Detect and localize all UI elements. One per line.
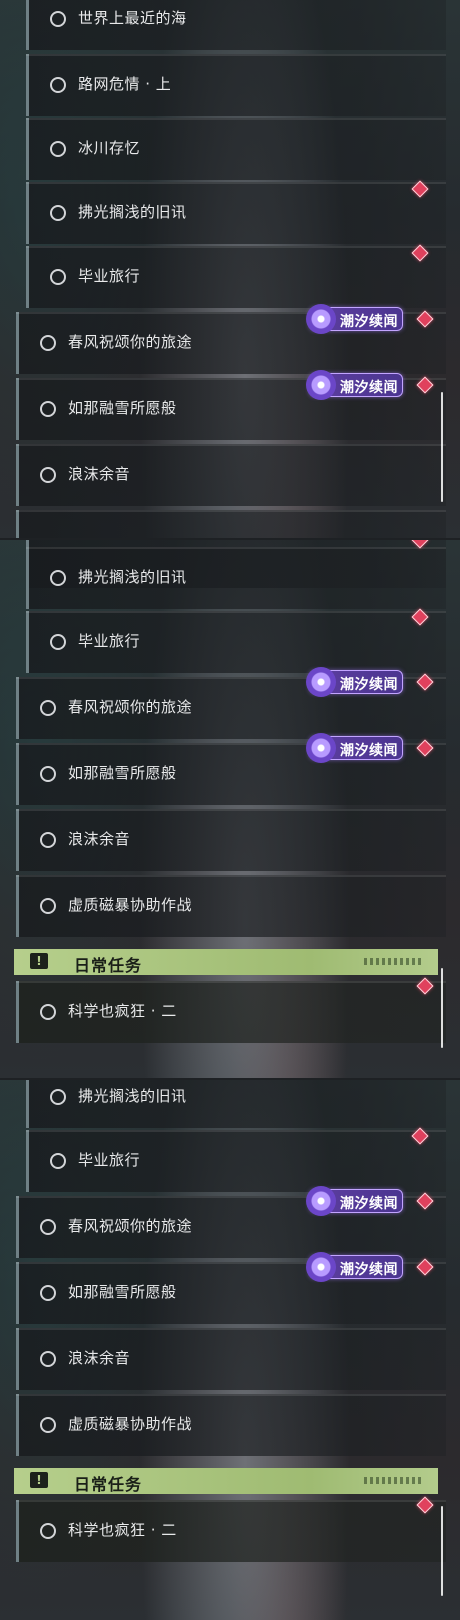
quest-title: 浪沫余音 [68,465,131,483]
quest-circle-icon [40,766,56,782]
quest-item[interactable]: 拂光搁浅的旧讯 [26,1080,446,1128]
quest-title: 春风祝颂你的旅途 [68,333,193,351]
daily-tasks-title: 日常任务 [74,956,143,975]
quest-item[interactable]: 虚质磁暴协助作战 [16,875,446,937]
quest-title: 毕业旅行 [78,1151,141,1169]
quest-circle-icon [50,570,66,586]
quest-item[interactable]: 浪沫余音 [16,809,446,871]
quest-circle-icon [40,1219,56,1235]
quest-circle-icon [50,11,66,27]
quest-item[interactable]: 浪沫余音 [16,1328,446,1390]
quest-circle-icon [40,1417,56,1433]
screenshot-segment-1: 世界上最近的海 路网危情 · 上 冰川存忆 拂光搁浅的旧讯 毕业旅行 春风祝颂你… [0,0,460,538]
exclamation-icon: ! [30,1472,48,1488]
quest-circle-icon [40,1004,56,1020]
quest-title: 春风祝颂你的旅途 [68,698,193,716]
tide-story-badge: 潮汐续闻 [306,733,403,763]
quest-title: 拂光搁浅的旧讯 [78,1087,187,1105]
tide-story-icon [306,304,336,334]
daily-tasks-header[interactable]: ! 日常任务 [14,1468,438,1494]
badge-label: 潮汐续闻 [340,314,398,330]
quest-title: 拂光搁浅的旧讯 [78,203,187,221]
quest-title: 如那融雪所愿般 [68,764,177,782]
quest-item[interactable]: 浪沫余音 [16,444,446,506]
quest-title: 世界上最近的海 [78,9,187,27]
quest-item[interactable]: 拂光搁浅的旧讯 [26,182,446,244]
quest-title: 浪沫余音 [68,830,131,848]
quest-item[interactable]: 毕业旅行 [26,1130,446,1192]
quest-item[interactable]: 冰川存忆 [26,118,446,180]
quest-circle-icon [40,1523,56,1539]
scrollbar-thumb[interactable] [441,1506,443,1596]
scrollbar-thumb[interactable] [441,392,443,502]
quest-item[interactable]: 路网危情 · 上 [26,54,446,116]
badge-label: 潮汐续闻 [340,1262,398,1278]
badge-label: 潮汐续闻 [340,380,398,396]
quest-item[interactable] [16,510,446,538]
badge-label: 潮汐续闻 [340,1196,398,1212]
exclamation-icon: ! [30,953,48,969]
quest-item[interactable]: 科学也疯狂 · 二 [16,981,446,1043]
tide-story-badge: 潮汐续闻 [306,1186,403,1216]
quest-item[interactable]: 毕业旅行 [26,246,446,308]
quest-title: 浪沫余音 [68,1349,131,1367]
quest-title: 春风祝颂你的旅途 [68,1217,193,1235]
quest-circle-icon [40,467,56,483]
quest-title: 路网危情 · 上 [78,75,172,93]
quest-title: 科学也疯狂 · 二 [68,1521,177,1539]
quest-circle-icon [40,1285,56,1301]
quest-title: 如那融雪所愿般 [68,399,177,417]
quest-title: 如那融雪所愿般 [68,1283,177,1301]
quest-item[interactable]: 拂光搁浅的旧讯 [26,547,446,609]
quest-circle-icon [40,401,56,417]
quest-title: 虚质磁暴协助作战 [68,1415,193,1433]
quest-title: 冰川存忆 [78,139,141,157]
quest-item[interactable]: 虚质磁暴协助作战 [16,1394,446,1456]
screenshot-segment-2: 拂光搁浅的旧讯 毕业旅行 春风祝颂你的旅途 如那融雪所愿般 浪沫余音 虚质磁暴协… [0,540,460,1078]
tide-story-badge: 潮汐续闻 [306,304,403,334]
quest-circle-icon [50,1153,66,1169]
daily-tasks-title: 日常任务 [74,1475,143,1494]
tide-story-icon [306,1252,336,1282]
tide-story-icon [306,1186,336,1216]
badge-label: 潮汐续闻 [340,677,398,693]
tide-story-badge: 潮汐续闻 [306,370,403,400]
quest-title: 毕业旅行 [78,632,141,650]
quest-circle-icon [50,205,66,221]
header-decoration [364,1477,424,1484]
quest-title: 虚质磁暴协助作战 [68,896,193,914]
badge-label: 潮汐续闻 [340,743,398,759]
quest-circle-icon [40,1351,56,1367]
scrollbar-thumb[interactable] [441,968,443,1048]
quest-title: 科学也疯狂 · 二 [68,1002,177,1020]
quest-circle-icon [40,898,56,914]
quest-item[interactable]: 毕业旅行 [26,611,446,673]
tide-story-badge: 潮汐续闻 [306,667,403,697]
screenshot-segment-3: 拂光搁浅的旧讯 毕业旅行 春风祝颂你的旅途 如那融雪所愿般 浪沫余音 虚质磁暴协… [0,1080,460,1620]
quest-item[interactable]: 世界上最近的海 [26,0,446,50]
quest-title: 拂光搁浅的旧讯 [78,568,187,586]
tide-story-icon [306,667,336,697]
tide-story-icon [306,733,336,763]
quest-circle-icon [40,832,56,848]
quest-circle-icon [50,77,66,93]
daily-tasks-header[interactable]: ! 日常任务 [14,949,438,975]
quest-circle-icon [50,634,66,650]
header-decoration [364,958,424,965]
quest-circle-icon [50,141,66,157]
quest-circle-icon [40,335,56,351]
quest-title: 毕业旅行 [78,267,141,285]
quest-item[interactable]: 科学也疯狂 · 二 [16,1500,446,1562]
quest-circle-icon [50,1089,66,1105]
quest-circle-icon [40,700,56,716]
quest-circle-icon [50,269,66,285]
tide-story-icon [306,370,336,400]
tide-story-badge: 潮汐续闻 [306,1252,403,1282]
